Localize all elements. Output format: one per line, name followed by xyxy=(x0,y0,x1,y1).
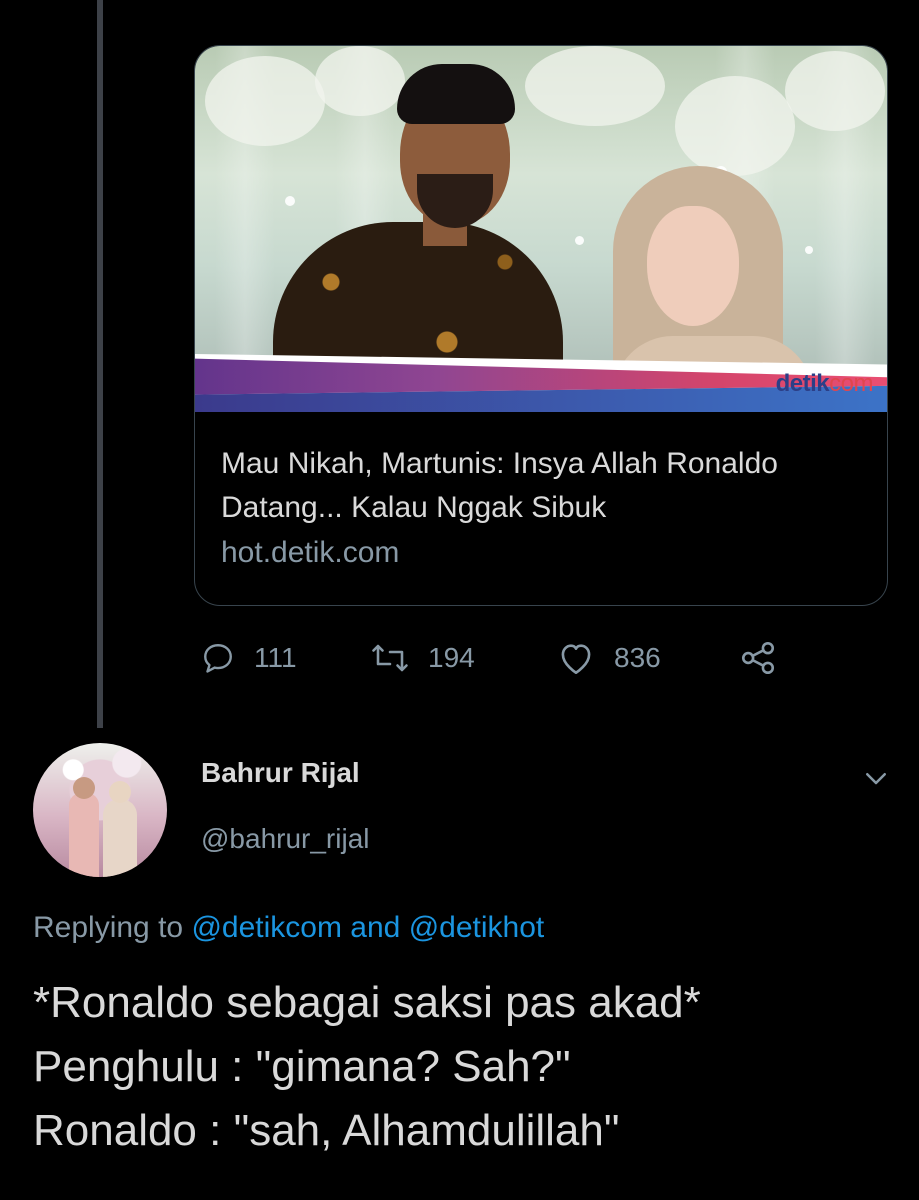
like-icon xyxy=(561,644,591,675)
replying-to-line: Replying to @detikcom and @detikhot xyxy=(33,911,544,945)
link-preview-image: detikcom xyxy=(195,46,887,412)
link-preview-body: Mau Nikah, Martunis: Insya Allah Ronaldo… xyxy=(195,412,887,574)
flower-decoration xyxy=(315,46,405,116)
thread-connector-line xyxy=(97,0,103,728)
tweet-menu-button[interactable] xyxy=(861,763,891,798)
avatar-figure-head xyxy=(109,781,131,803)
flower-decoration xyxy=(785,51,885,131)
detikcom-logo: detikcom xyxy=(775,370,874,397)
bokeh-light xyxy=(285,196,295,206)
share-button[interactable] xyxy=(738,636,778,680)
reply-count: 111 xyxy=(254,642,297,673)
avatar[interactable] xyxy=(33,743,167,877)
link-preview-card[interactable]: detikcom Mau Nikah, Martunis: Insya Alla… xyxy=(194,45,888,606)
link-preview-title[interactable]: Mau Nikah, Martunis: Insya Allah Ronaldo… xyxy=(221,442,861,530)
chevron-down-icon xyxy=(866,773,886,785)
man-hair xyxy=(397,64,515,124)
replying-prefix: Replying to xyxy=(33,911,184,944)
flower-decoration xyxy=(525,46,665,126)
woman-face xyxy=(647,206,739,326)
avatar-figure xyxy=(103,799,137,877)
flower-decoration xyxy=(675,76,795,176)
reply-icon xyxy=(204,644,232,673)
replying-and: and xyxy=(350,911,401,944)
author-handle[interactable]: @bahrur_rijal xyxy=(201,823,370,855)
reply-button[interactable]: 111 xyxy=(200,636,297,680)
retweet-button[interactable]: 194 xyxy=(370,636,475,680)
mention-detikcom[interactable]: @detikcom xyxy=(191,911,342,944)
like-button[interactable]: 836 xyxy=(556,636,661,680)
retweet-icon xyxy=(372,644,408,672)
like-count: 836 xyxy=(614,642,661,673)
link-preview-domain[interactable]: hot.detik.com xyxy=(221,532,861,574)
tweet-action-bar: 111 194 836 xyxy=(200,636,800,680)
bokeh-light xyxy=(805,246,813,254)
avatar-figure xyxy=(69,793,99,877)
share-icon xyxy=(741,641,775,675)
author-name[interactable]: Bahrur Rijal xyxy=(201,757,360,789)
bokeh-light xyxy=(575,236,584,245)
avatar-figure-head xyxy=(73,777,95,799)
flower-decoration xyxy=(205,56,325,146)
tweet-text: *Ronaldo sebagai saksi pas akad* Penghul… xyxy=(33,978,701,1155)
mention-detikhot[interactable]: @detikhot xyxy=(409,911,545,944)
retweet-count: 194 xyxy=(428,642,475,673)
